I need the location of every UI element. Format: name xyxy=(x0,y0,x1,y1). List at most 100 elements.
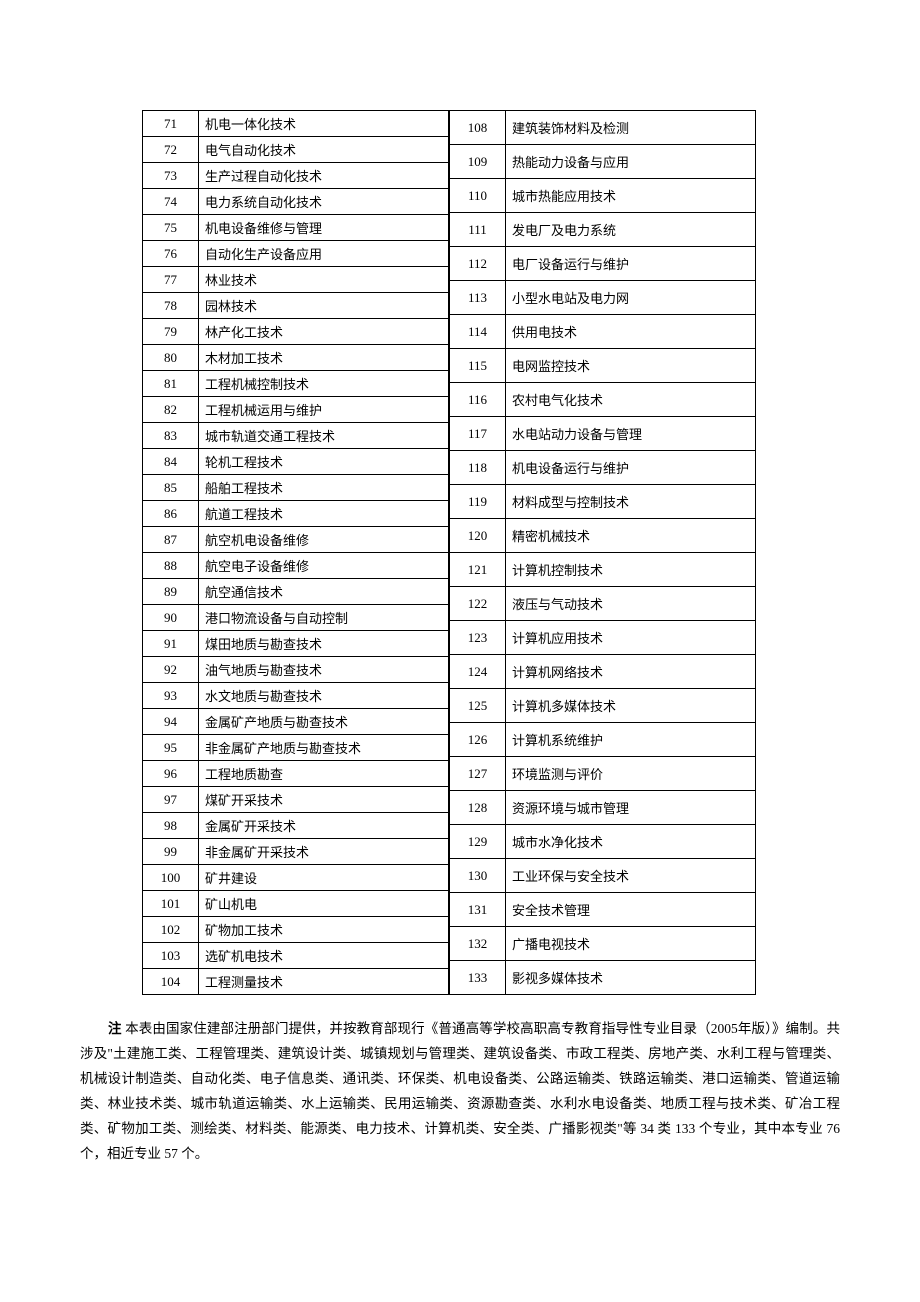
row-number: 117 xyxy=(450,417,506,451)
row-number: 84 xyxy=(143,449,199,475)
table-row: 93水文地质与勘查技术 xyxy=(143,683,449,709)
row-number: 112 xyxy=(450,247,506,281)
table-row: 101矿山机电 xyxy=(143,891,449,917)
row-number: 113 xyxy=(450,281,506,315)
row-name: 园林技术 xyxy=(199,293,449,319)
row-name: 机电一体化技术 xyxy=(199,111,449,137)
row-number: 94 xyxy=(143,709,199,735)
row-name: 航道工程技术 xyxy=(199,501,449,527)
row-number: 87 xyxy=(143,527,199,553)
row-name: 船舶工程技术 xyxy=(199,475,449,501)
row-name: 精密机械技术 xyxy=(506,519,756,553)
table-row: 76自动化生产设备应用 xyxy=(143,241,449,267)
table-row: 81工程机械控制技术 xyxy=(143,371,449,397)
table-row: 88航空电子设备维修 xyxy=(143,553,449,579)
right-table: 108建筑装饰材料及检测109热能动力设备与应用110城市热能应用技术111发电… xyxy=(449,110,756,995)
row-name: 工程机械控制技术 xyxy=(199,371,449,397)
row-number: 133 xyxy=(450,961,506,995)
table-row: 117水电站动力设备与管理 xyxy=(450,417,756,451)
left-table: 71机电一体化技术72电气自动化技术73生产过程自动化技术74电力系统自动化技术… xyxy=(142,110,449,995)
row-name: 煤田地质与勘查技术 xyxy=(199,631,449,657)
row-number: 129 xyxy=(450,825,506,859)
row-name: 航空电子设备维修 xyxy=(199,553,449,579)
row-name: 计算机应用技术 xyxy=(506,621,756,655)
table-row: 122液压与气动技术 xyxy=(450,587,756,621)
row-name: 自动化生产设备应用 xyxy=(199,241,449,267)
row-name: 发电厂及电力系统 xyxy=(506,213,756,247)
row-number: 101 xyxy=(143,891,199,917)
row-number: 83 xyxy=(143,423,199,449)
table-row: 116农村电气化技术 xyxy=(450,383,756,417)
table-row: 77林业技术 xyxy=(143,267,449,293)
row-number: 118 xyxy=(450,451,506,485)
row-number: 104 xyxy=(143,969,199,995)
row-name: 广播电视技术 xyxy=(506,927,756,961)
row-number: 92 xyxy=(143,657,199,683)
row-number: 96 xyxy=(143,761,199,787)
row-name: 金属矿开采技术 xyxy=(199,813,449,839)
row-name: 液压与气动技术 xyxy=(506,587,756,621)
row-number: 119 xyxy=(450,485,506,519)
row-number: 75 xyxy=(143,215,199,241)
row-name: 计算机多媒体技术 xyxy=(506,689,756,723)
row-number: 93 xyxy=(143,683,199,709)
row-number: 130 xyxy=(450,859,506,893)
row-number: 99 xyxy=(143,839,199,865)
table-row: 127环境监测与评价 xyxy=(450,757,756,791)
table-row: 95非金属矿产地质与勘查技术 xyxy=(143,735,449,761)
table-row: 84轮机工程技术 xyxy=(143,449,449,475)
row-name: 工程地质勘查 xyxy=(199,761,449,787)
row-number: 89 xyxy=(143,579,199,605)
row-name: 小型水电站及电力网 xyxy=(506,281,756,315)
table-row: 72电气自动化技术 xyxy=(143,137,449,163)
row-number: 100 xyxy=(143,865,199,891)
row-number: 98 xyxy=(143,813,199,839)
note-text: 本表由国家住建部注册部门提供，并按教育部现行《普通高等学校高职高专教育指导性专业… xyxy=(80,1021,840,1161)
table-row: 71机电一体化技术 xyxy=(143,111,449,137)
note-label: 注 xyxy=(108,1021,122,1036)
row-name: 油气地质与勘查技术 xyxy=(199,657,449,683)
table-row: 128资源环境与城市管理 xyxy=(450,791,756,825)
row-number: 121 xyxy=(450,553,506,587)
table-row: 75机电设备维修与管理 xyxy=(143,215,449,241)
table-row: 115电网监控技术 xyxy=(450,349,756,383)
table-row: 79林产化工技术 xyxy=(143,319,449,345)
table-row: 78园林技术 xyxy=(143,293,449,319)
row-name: 城市热能应用技术 xyxy=(506,179,756,213)
row-number: 76 xyxy=(143,241,199,267)
row-number: 72 xyxy=(143,137,199,163)
row-number: 125 xyxy=(450,689,506,723)
row-number: 77 xyxy=(143,267,199,293)
table-row: 97煤矿开采技术 xyxy=(143,787,449,813)
table-row: 125计算机多媒体技术 xyxy=(450,689,756,723)
row-name: 环境监测与评价 xyxy=(506,757,756,791)
table-row: 112电厂设备运行与维护 xyxy=(450,247,756,281)
table-row: 90港口物流设备与自动控制 xyxy=(143,605,449,631)
row-number: 91 xyxy=(143,631,199,657)
row-name: 城市轨道交通工程技术 xyxy=(199,423,449,449)
row-number: 82 xyxy=(143,397,199,423)
table-row: 129城市水净化技术 xyxy=(450,825,756,859)
row-number: 132 xyxy=(450,927,506,961)
row-name: 煤矿开采技术 xyxy=(199,787,449,813)
row-number: 86 xyxy=(143,501,199,527)
row-number: 126 xyxy=(450,723,506,757)
table-row: 80木材加工技术 xyxy=(143,345,449,371)
row-name: 生产过程自动化技术 xyxy=(199,163,449,189)
row-number: 109 xyxy=(450,145,506,179)
row-name: 矿山机电 xyxy=(199,891,449,917)
row-name: 城市水净化技术 xyxy=(506,825,756,859)
row-name: 建筑装饰材料及检测 xyxy=(506,111,756,145)
row-name: 影视多媒体技术 xyxy=(506,961,756,995)
row-name: 计算机控制技术 xyxy=(506,553,756,587)
row-number: 128 xyxy=(450,791,506,825)
table-row: 130工业环保与安全技术 xyxy=(450,859,756,893)
row-name: 港口物流设备与自动控制 xyxy=(199,605,449,631)
table-row: 85船舶工程技术 xyxy=(143,475,449,501)
row-name: 金属矿产地质与勘查技术 xyxy=(199,709,449,735)
table-row: 120精密机械技术 xyxy=(450,519,756,553)
table-row: 131安全技术管理 xyxy=(450,893,756,927)
table-row: 123计算机应用技术 xyxy=(450,621,756,655)
row-name: 计算机网络技术 xyxy=(506,655,756,689)
row-number: 116 xyxy=(450,383,506,417)
